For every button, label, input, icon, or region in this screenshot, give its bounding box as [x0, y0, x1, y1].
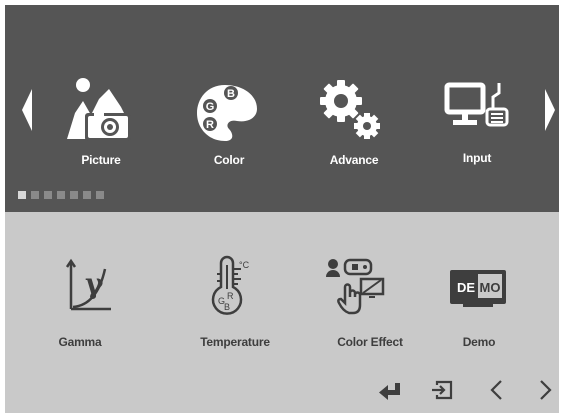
- submenu-band: γ Gamma °C G R B Temperature Color Effec…: [5, 212, 559, 413]
- demo-text-mo: MO: [480, 280, 501, 295]
- menu-item-picture-label: Picture: [81, 153, 121, 167]
- gamma-icon: γ: [65, 258, 111, 311]
- palette-letter-r: R: [206, 119, 214, 131]
- right-icon[interactable]: [539, 379, 553, 401]
- demo-icon: DE MO: [450, 270, 506, 307]
- input-pc-icon: [444, 82, 509, 127]
- osd-menu: Picture B G R Color Advance Input γ Gamm…: [5, 5, 559, 413]
- page-dot: [83, 191, 91, 199]
- menu-item-advance-label: Advance: [329, 153, 379, 167]
- temperature-unit: °C: [239, 260, 250, 270]
- scroll-right-arrow-icon[interactable]: [543, 89, 557, 131]
- page-dot: [31, 191, 39, 199]
- submenu-item-demo[interactable]: DE MO Demo: [415, 257, 555, 357]
- palette-letter-b: B: [227, 88, 235, 100]
- menu-item-color[interactable]: B G R Color: [191, 73, 311, 183]
- thermo-letter-b: B: [224, 302, 230, 312]
- thermometer-icon: °C G R B: [211, 255, 250, 315]
- exit-icon[interactable]: [431, 380, 453, 400]
- menu-item-color-label: Color: [213, 153, 245, 167]
- thermo-letter-r: R: [227, 291, 234, 301]
- gamma-symbol: γ: [85, 267, 104, 300]
- page-dot: [44, 191, 52, 199]
- menu-item-input-label: Input: [462, 151, 492, 165]
- page-dot: [96, 191, 104, 199]
- demo-text-de: DE: [457, 280, 475, 295]
- menu-item-input[interactable]: Input: [441, 73, 559, 183]
- enter-icon[interactable]: [378, 382, 402, 400]
- page-dot: [57, 191, 65, 199]
- color-palette-icon: B G R: [197, 85, 257, 141]
- picture-icon: [67, 78, 131, 141]
- page-dot: [18, 191, 26, 199]
- submenu-item-gamma[interactable]: γ Gamma: [5, 257, 155, 357]
- page-indicator: [18, 191, 104, 199]
- main-menu-band: Picture B G R Color Advance Input: [5, 5, 559, 212]
- left-icon[interactable]: [489, 379, 503, 401]
- submenu-item-gamma-label: Gamma: [58, 335, 102, 349]
- submenu-item-temperature-label: Temperature: [200, 335, 270, 349]
- submenu-item-temperature[interactable]: °C G R B Temperature: [165, 255, 305, 357]
- submenu-item-demo-label: Demo: [462, 335, 496, 349]
- color-effect-icon: [326, 258, 385, 315]
- scroll-left-arrow-icon[interactable]: [20, 89, 34, 131]
- page-dot: [70, 191, 78, 199]
- gears-icon: [320, 80, 380, 139]
- menu-item-advance[interactable]: Advance: [317, 73, 437, 183]
- palette-letter-g: G: [206, 101, 215, 113]
- menu-item-picture[interactable]: Picture: [61, 73, 181, 183]
